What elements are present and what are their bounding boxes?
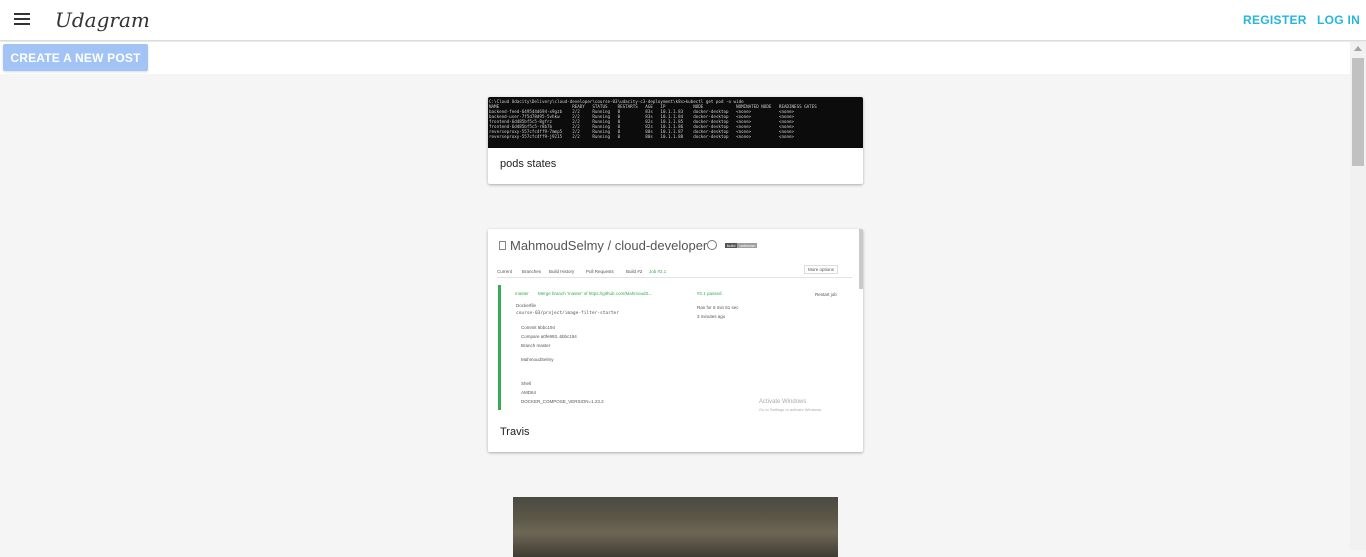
page-scrollbar[interactable] [1350,42,1366,550]
github-icon [707,240,717,250]
top-toolbar: Udagram REGISTER LOG IN [0,0,1366,41]
post-image [513,497,838,557]
create-post-bar: CREATE A NEW POST [0,42,1350,74]
post-image: MahmoudSelmy / cloud-developer build unkn… [488,229,863,414]
login-link[interactable]: LOG IN [1317,13,1360,27]
repo-title: MahmoudSelmy / cloud-developer [510,238,708,253]
image-scrollbar [859,229,863,289]
more-options: More options [804,265,839,274]
watermark: Activate Windows [759,399,807,405]
register-link[interactable]: REGISTER [1243,13,1307,27]
post-card: MahmoudSelmy / cloud-developer build unkn… [488,229,863,452]
brand-title[interactable]: Udagram [55,8,150,32]
post-card: C:\Cloud Udacity\Delivery\cloud-develope… [488,97,863,184]
post-caption: Travis [500,426,530,438]
travis-tabs: Current Branches Build History Pull Requ… [497,267,852,278]
menu-icon[interactable] [14,13,30,27]
scroll-thumb[interactable] [1352,58,1364,166]
repo-icon [499,241,506,250]
build-badge: build unknown [725,243,758,248]
scroll-up-icon[interactable] [1354,46,1362,51]
create-post-button[interactable]: CREATE A NEW POST [3,44,148,71]
post-caption: pods states [500,158,557,170]
post-image: C:\Cloud Udacity\Delivery\cloud-develope… [488,97,863,148]
watermark-sub: Go to Settings to activate Windows. [759,407,823,412]
job-panel: master Merge branch 'master' of https://… [498,285,854,410]
